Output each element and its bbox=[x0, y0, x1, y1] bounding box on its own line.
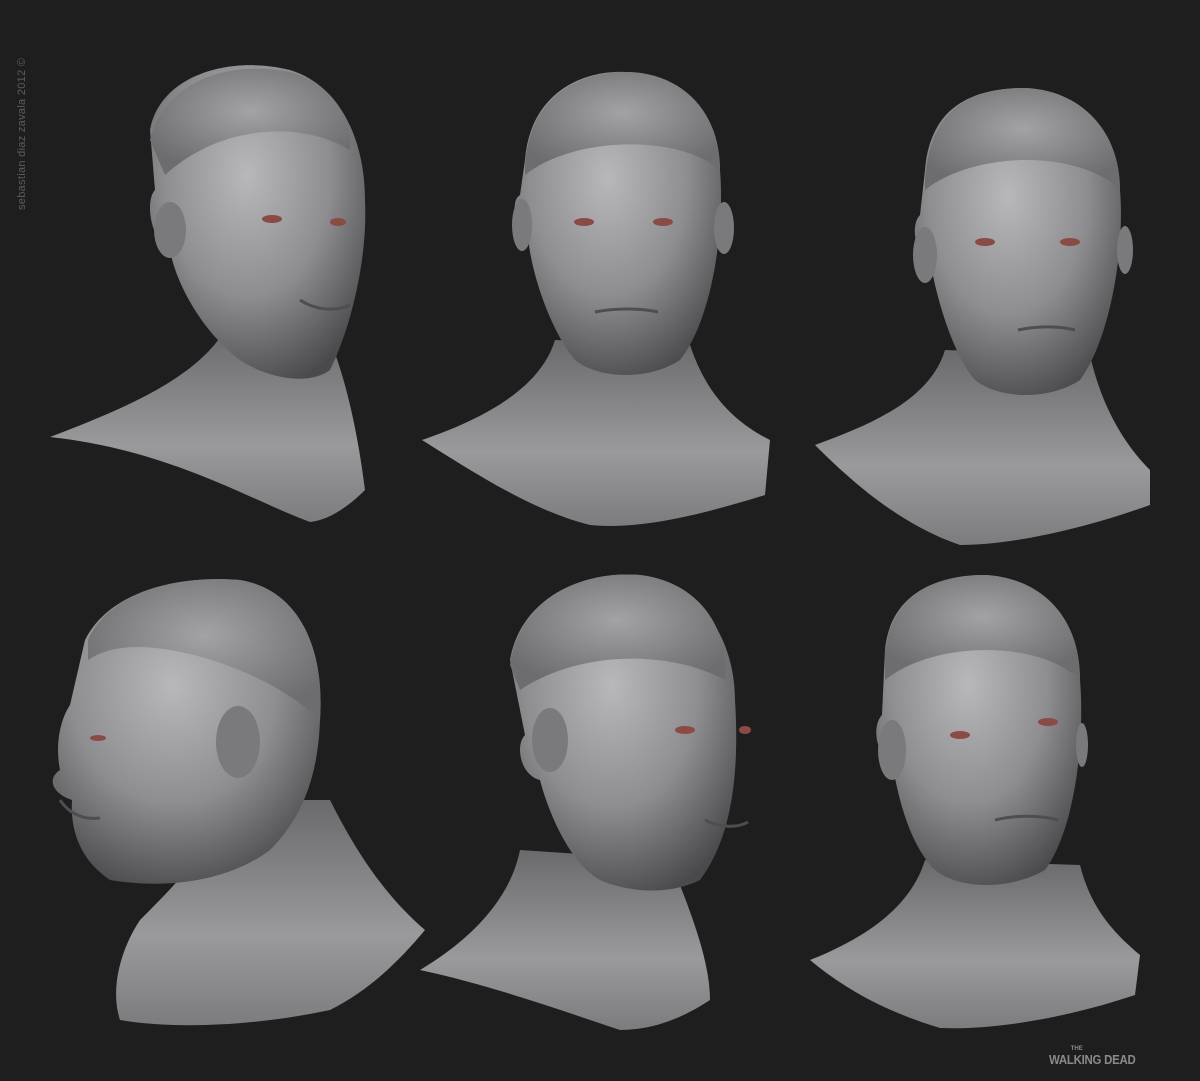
bust-three-quarter-right-lowered bbox=[420, 574, 751, 1030]
show-logo: THE WALKING DEAD bbox=[1049, 1046, 1147, 1067]
bust-front-slight-right bbox=[810, 575, 1140, 1029]
artist-credit: sebastian diaz zavala 2012 © bbox=[16, 57, 28, 210]
bust-front-slight-left bbox=[815, 88, 1150, 545]
bust-three-quarter-right bbox=[50, 65, 366, 522]
bust-left-profile bbox=[52, 579, 425, 1026]
sculpt-sheet: sebastian diaz zavala 2012 © THE WALKING… bbox=[0, 0, 1200, 1081]
bust-front bbox=[422, 71, 770, 526]
busts-illustration bbox=[50, 65, 1150, 1030]
logo-title: WALKING DEAD bbox=[1048, 1052, 1136, 1067]
